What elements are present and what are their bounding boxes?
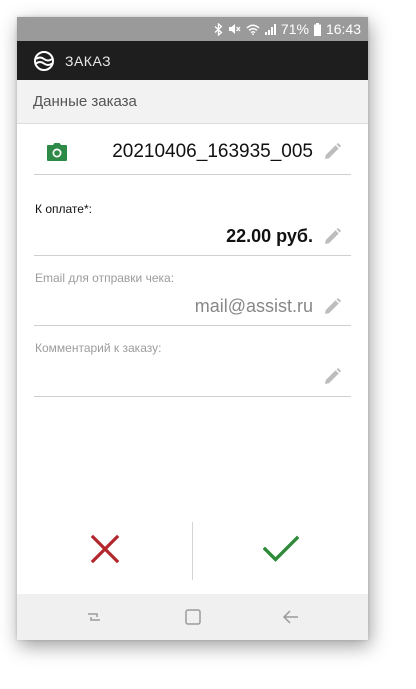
check-icon bbox=[262, 534, 299, 569]
wifi-icon bbox=[246, 24, 260, 35]
payment-field[interactable]: К оплате*: 22.00 руб. bbox=[34, 187, 351, 256]
pencil-icon[interactable] bbox=[323, 368, 341, 386]
bluetooth-icon bbox=[214, 22, 223, 36]
comment-label: Комментарий к заказу: bbox=[35, 341, 162, 355]
status-bar: 71% 16:43 bbox=[17, 17, 368, 41]
app-bar: ЗАКАЗ bbox=[17, 41, 368, 80]
email-label: Email для отправки чека: bbox=[35, 271, 175, 285]
cancel-button[interactable] bbox=[17, 522, 192, 580]
signal-icon bbox=[264, 23, 276, 35]
order-number-value: 20210406_163935_005 bbox=[112, 141, 313, 162]
email-value: mail@assist.ru bbox=[194, 296, 313, 316]
close-icon bbox=[90, 534, 120, 569]
navigation-bar bbox=[17, 594, 368, 640]
phone-screen: 71% 16:43 ЗАКАЗ Данные заказа 20210406_1… bbox=[17, 17, 368, 640]
mute-icon bbox=[228, 23, 241, 35]
payment-amount: 22.00 руб. bbox=[226, 226, 313, 246]
pencil-icon[interactable] bbox=[323, 143, 341, 161]
assist-logo-icon bbox=[33, 50, 55, 72]
camera-icon[interactable] bbox=[46, 142, 68, 162]
battery-percent: 71% bbox=[280, 21, 309, 37]
home-icon[interactable] bbox=[183, 607, 203, 627]
pencil-icon[interactable] bbox=[323, 298, 341, 316]
recent-apps-icon[interactable] bbox=[84, 607, 104, 627]
email-field[interactable]: Email для отправки чека: mail@assist.ru bbox=[34, 256, 351, 326]
back-icon[interactable] bbox=[281, 607, 301, 627]
clock: 16:43 bbox=[325, 21, 361, 37]
section-title: Данные заказа bbox=[33, 93, 137, 110]
battery-icon bbox=[313, 22, 321, 36]
comment-field[interactable]: Комментарий к заказу: bbox=[34, 326, 351, 397]
pencil-icon[interactable] bbox=[323, 228, 341, 246]
app-title: ЗАКАЗ bbox=[65, 52, 112, 69]
section-header: Данные заказа bbox=[17, 80, 368, 124]
confirm-button[interactable] bbox=[193, 522, 368, 580]
order-number-field[interactable]: 20210406_163935_005 bbox=[34, 129, 351, 175]
payment-label: К оплате*: bbox=[35, 202, 92, 216]
action-bar bbox=[17, 522, 368, 580]
